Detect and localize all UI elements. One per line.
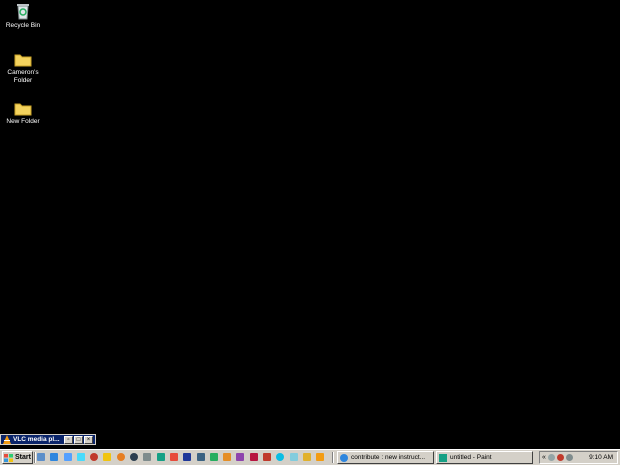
start-label: Start — [15, 454, 31, 461]
window-title: VLC media pl... — [13, 436, 60, 443]
task-label: contribute : new instruct... — [351, 454, 426, 461]
quick-launch — [37, 453, 330, 463]
taskbar-separator — [34, 452, 36, 463]
vlc-cone-icon — [3, 435, 11, 444]
desktop-icon-new-folder[interactable]: New Folder — [0, 101, 46, 126]
access-icon[interactable] — [236, 453, 245, 461]
outlook-icon[interactable] — [63, 453, 72, 461]
vlc-icon[interactable] — [130, 453, 139, 461]
itunes-icon[interactable] — [289, 453, 298, 461]
vlc-minimized-window[interactable]: VLC media pl... ▫ □ × — [0, 434, 96, 445]
network-icon[interactable] — [547, 454, 555, 461]
volume-icon[interactable] — [565, 454, 573, 461]
calculator-icon[interactable] — [143, 453, 152, 461]
tray-expand-button[interactable]: « — [542, 454, 546, 461]
clock[interactable]: 9:10 AM — [589, 454, 613, 461]
desktop-icon-label: Cameron's Folder — [7, 69, 39, 84]
folder-icon[interactable] — [103, 453, 112, 461]
close-button[interactable]: × — [84, 435, 93, 444]
folder-icon — [14, 54, 32, 67]
messenger-icon[interactable] — [90, 453, 99, 461]
desktop-icon-label: New Folder — [6, 118, 40, 125]
winamp-icon[interactable] — [302, 453, 311, 461]
paint-icon[interactable] — [156, 453, 165, 461]
paint-icon — [439, 453, 447, 462]
desktop-icon-recycle-bin[interactable]: Recycle Bin — [0, 2, 46, 30]
word-icon[interactable] — [196, 453, 205, 461]
media-player-icon[interactable] — [76, 453, 85, 461]
task-button-contribute[interactable]: contribute : new instruct... — [337, 451, 434, 464]
folder-icon — [14, 103, 32, 116]
desktop-icon-label: Recycle Bin — [5, 22, 41, 29]
show-desktop-icon[interactable] — [37, 453, 45, 461]
task-button-paint[interactable]: untitled - Paint — [436, 451, 533, 464]
taskbar-separator — [332, 452, 334, 463]
desktop-icon-camerons-folder[interactable]: Cameron's Folder — [0, 52, 46, 85]
powerpoint-icon[interactable] — [223, 453, 232, 461]
notepad-icon[interactable] — [169, 453, 178, 461]
firefox-icon[interactable] — [116, 453, 125, 461]
taskbar: Start contribute : new instruct... untit… — [0, 449, 620, 465]
windows-logo-icon — [4, 453, 13, 462]
maximize-button[interactable]: □ — [74, 435, 83, 444]
restore-button[interactable]: ▫ — [64, 435, 73, 444]
task-label: untitled - Paint — [450, 454, 492, 461]
excel-icon[interactable] — [209, 453, 218, 461]
recycle-bin-icon — [17, 4, 29, 20]
acrobat-reader-icon[interactable] — [263, 453, 272, 461]
antivirus-icon[interactable] — [556, 454, 564, 461]
start-button[interactable]: Start — [2, 451, 33, 464]
acrobat-icon[interactable] — [249, 453, 258, 461]
system-tray: « 9:10 AM — [539, 451, 618, 464]
skype-icon[interactable] — [276, 453, 285, 461]
photoshop-icon[interactable] — [183, 453, 192, 461]
internet-explorer-icon[interactable] — [50, 453, 59, 461]
vlc-cone-icon[interactable] — [316, 453, 325, 461]
internet-explorer-icon — [340, 453, 348, 462]
